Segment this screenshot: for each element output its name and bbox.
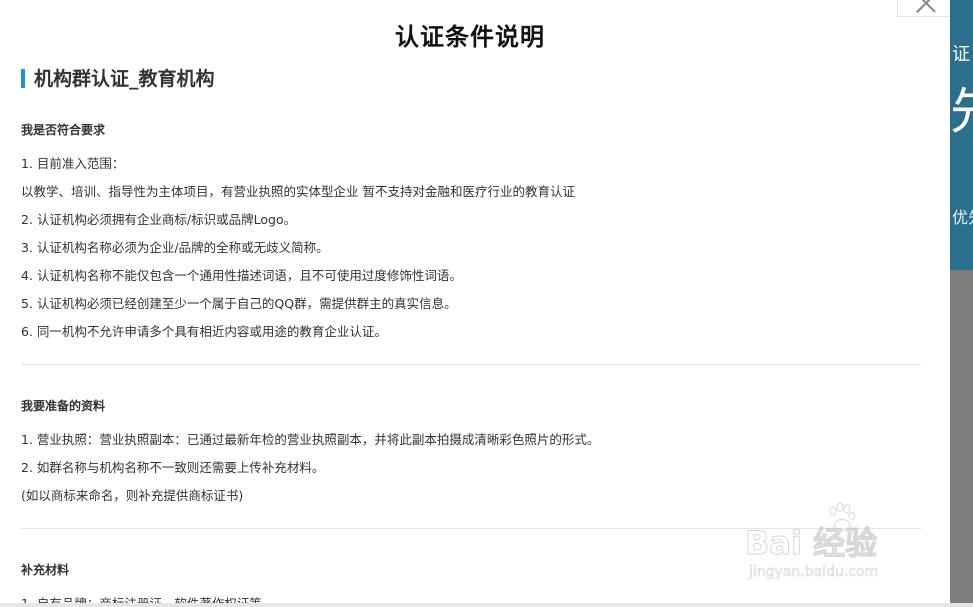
requirement-line: 6. 同一机构不允许申请多个具有相近内容或用途的教育企业认证。 [21, 324, 387, 339]
bottom-edge [0, 603, 973, 607]
block-title: 我是否符合要求 [21, 123, 106, 137]
certification-dialog: 认证条件说明 机构群认证_教育机构 我是否符合要求 1. 目前准入范围： 以教学… [0, 0, 950, 607]
requirement-line: 以教学、培训、指导性为主体项目，有营业执照的实体型企业 暂不支持对金融和医疗行业… [21, 184, 575, 199]
requirements-block: 我是否符合要求 1. 目前准入范围： 以教学、培训、指导性为主体项目，有营业执照… [21, 122, 921, 346]
background-gray-area [950, 270, 973, 607]
watermark-url: jingyan.baidu.com [749, 564, 879, 581]
requirement-line: 4. 认证机构名称不能仅包含一个通用性描述词语，且不可使用过度修饰性词语。 [21, 268, 462, 283]
requirement-line: 3. 认证机构名称必须为企业/品牌的全称或无歧义简称。 [21, 240, 329, 255]
material-line: 2. 如群名称与机构名称不一致则还需要上传补充材料。 [21, 460, 325, 475]
background-text-fragment: 优先 [952, 208, 973, 227]
background-text-fragment: 先 [950, 86, 973, 136]
watermark-logo-text: Bai 经验 [744, 524, 878, 563]
section-divider [21, 364, 921, 365]
requirement-line: 1. 目前准入范围： [21, 156, 125, 171]
material-line: 1. 营业执照：营业执照副本：已通过最新年检的营业执照副本，并将此副本拍摄成清晰… [21, 432, 600, 447]
section-heading-text: 机构群认证_教育机构 [34, 68, 215, 90]
baidu-jingyan-watermark: Bai 经验 jingyan.baidu.com [744, 500, 925, 590]
close-icon[interactable] [915, 0, 937, 14]
dialog-title: 认证条件说明 [395, 23, 545, 51]
background-text-fragment: 证 [952, 44, 970, 65]
section-accent-bar [21, 69, 25, 88]
requirement-line: 5. 认证机构必须已经创建至少一个属于自己的QQ群，需提供群主的真实信息。 [21, 296, 457, 311]
requirement-line: 2. 认证机构必须拥有企业商标/标识或品牌Logo。 [21, 212, 297, 227]
background-page: 证 先 优先 [950, 0, 973, 607]
materials-block: 我要准备的资料 1. 营业执照：营业执照副本：已通过最新年检的营业执照副本，并将… [21, 398, 921, 510]
block-title: 我要准备的资料 [21, 399, 106, 413]
